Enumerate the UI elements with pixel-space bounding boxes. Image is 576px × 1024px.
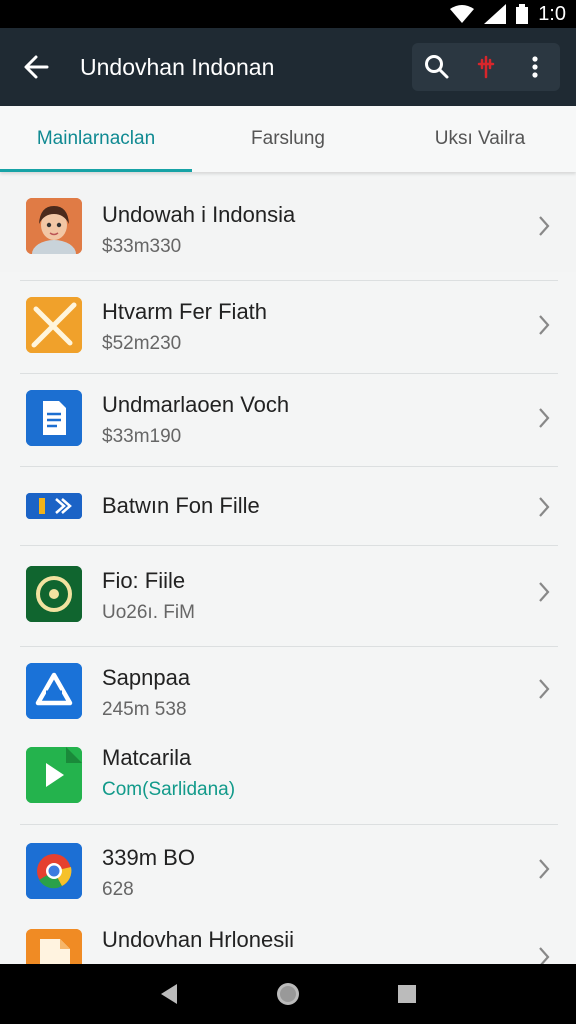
status-time: 1:0 bbox=[538, 2, 566, 25]
list-item-title: Undowah i Indonsia bbox=[102, 202, 296, 227]
orange-file-icon bbox=[26, 929, 82, 964]
list-item-title: Batwın Fon Fille bbox=[102, 493, 260, 518]
wifi-icon bbox=[450, 4, 475, 24]
nav-recents-icon bbox=[397, 985, 416, 1003]
mic-icon bbox=[477, 55, 495, 79]
signal-icon bbox=[484, 4, 507, 24]
tab-bar: Mainlarnaclan Farslung Uksı Vailra bbox=[0, 106, 576, 172]
list-item[interactable]: Batwın Fon Fille bbox=[0, 467, 576, 545]
list-item[interactable]: Sapnpaa 245m 538 bbox=[0, 647, 576, 729]
nav-back-icon bbox=[161, 984, 178, 1004]
chevron-right-icon bbox=[534, 855, 554, 883]
list-item[interactable]: Htvarm Fer Fiath $52m230 bbox=[0, 281, 576, 373]
system-nav-bar bbox=[0, 964, 576, 1024]
list-item-title: Undmarlaoen Voch bbox=[102, 392, 290, 417]
tab-farslung[interactable]: Farslung bbox=[192, 106, 384, 172]
list-item-subtitle: 245m 538 bbox=[102, 699, 187, 720]
battery-icon bbox=[26, 493, 82, 519]
chevron-right-icon bbox=[534, 578, 554, 606]
record-button[interactable] bbox=[464, 45, 508, 89]
chevron-right-icon bbox=[534, 404, 554, 432]
list-item-title: Sapnpaa bbox=[102, 665, 191, 690]
list-item-subtitle: $33m330 bbox=[102, 236, 182, 257]
play-file-icon bbox=[26, 747, 82, 803]
chevron-right-icon bbox=[534, 943, 554, 964]
list-item-title: Matcarila bbox=[102, 745, 192, 770]
avatar-icon bbox=[26, 198, 82, 254]
list-item-title: Undovhan Hrlonesii bbox=[102, 927, 294, 952]
chevron-right-icon bbox=[534, 212, 554, 240]
chevron-right-icon bbox=[534, 675, 554, 703]
nav-home-icon bbox=[276, 983, 299, 1005]
list-item-subtitle: $33m190 bbox=[102, 426, 182, 447]
more-options-button[interactable] bbox=[513, 45, 557, 89]
list-item-title: 339m BO bbox=[102, 845, 195, 870]
list-item[interactable]: Undmarlaoen Voch $33m190 bbox=[0, 374, 576, 466]
search-button[interactable] bbox=[415, 45, 459, 89]
chevron-right-icon bbox=[534, 493, 554, 521]
app-bar: Undovhan Indonan bbox=[0, 28, 576, 106]
list-item-subtitle: Com(Sarlidana) bbox=[102, 779, 236, 800]
target-icon bbox=[26, 566, 82, 622]
list-item[interactable]: Undowah i Indonsia $33m330 bbox=[0, 180, 576, 272]
tab-main[interactable]: Mainlarnaclan bbox=[0, 106, 192, 172]
list-item-title: Htvarm Fer Fiath bbox=[102, 299, 268, 324]
action-group bbox=[412, 43, 560, 91]
nav-home-button[interactable] bbox=[264, 970, 312, 1018]
nav-back-button[interactable] bbox=[145, 970, 193, 1018]
list-item-title: Fio: Fiile bbox=[102, 568, 186, 593]
search-icon bbox=[424, 55, 449, 79]
battery-status-icon bbox=[516, 4, 529, 24]
list-item-subtitle: 628 bbox=[102, 879, 134, 900]
status-bar: 1:0 bbox=[0, 0, 576, 28]
list-item[interactable]: Matcarila Com(Sarlidana) bbox=[0, 729, 576, 824]
list-item[interactable]: Undovhan Hrlonesii bbox=[0, 915, 576, 964]
back-button[interactable] bbox=[0, 28, 72, 106]
list-item-subtitle: $52m230 bbox=[102, 333, 182, 354]
back-arrow-icon bbox=[24, 55, 49, 79]
chrome-icon bbox=[26, 843, 82, 899]
tools-icon bbox=[26, 297, 82, 353]
list-item-subtitle: Uo26ı. FiM bbox=[102, 602, 195, 623]
list-item[interactable]: Fio: Fiile Uo26ı. FiM bbox=[0, 546, 576, 646]
tab-uksi-vailra[interactable]: Uksı Vailra bbox=[384, 106, 576, 172]
chevron-right-icon bbox=[534, 311, 554, 339]
more-vert-icon bbox=[532, 56, 538, 78]
nav-recents-button[interactable] bbox=[383, 970, 431, 1018]
list-item[interactable]: 339m BO 628 bbox=[0, 825, 576, 915]
triangle-app-icon bbox=[26, 663, 82, 719]
document-icon bbox=[26, 390, 82, 446]
page-title: Undovhan Indonan bbox=[80, 53, 275, 80]
app-list: Undowah i Indonsia $33m330 Htvarm Fer Fi… bbox=[0, 180, 576, 964]
